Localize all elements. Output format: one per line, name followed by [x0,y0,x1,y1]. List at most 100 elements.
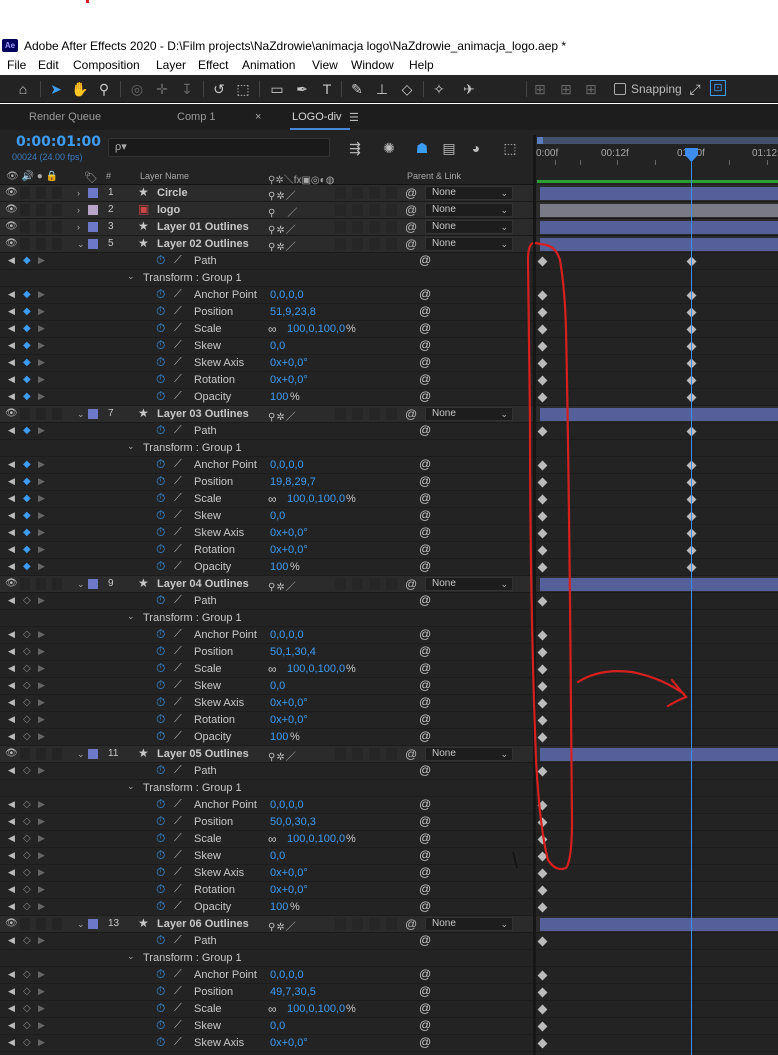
next-keyframe-icon[interactable]: ▶ [38,459,45,470]
timeline-track[interactable] [536,576,778,593]
layer-switches-icons[interactable]: ⚲✲／ [268,578,297,593]
expression-pick-whip-icon[interactable]: @ [419,933,431,947]
expression-pick-whip-icon[interactable]: @ [419,304,431,318]
property-value[interactable]: 0x+0,0° [270,374,308,386]
graph-icon[interactable]: ⟋ [174,390,182,403]
prev-keyframe-icon[interactable]: ◀ [8,833,15,844]
brush-tool-icon[interactable]: ✎ [348,80,366,98]
property-value[interactable]: 50,0,30,3 [270,816,316,828]
prev-keyframe-icon[interactable]: ◀ [8,1020,15,1031]
next-keyframe-icon[interactable]: ▶ [38,357,45,368]
stopwatch-icon[interactable]: ⏱ [156,899,165,914]
expression-pick-whip-icon[interactable]: @ [419,491,431,505]
property-row[interactable]: ◀ ◆ ▶ ⏱ ⟋ Skew Axis 0x+0,0° @ [0,355,535,372]
transform-group-row[interactable]: ⌄ Transform : Group 1 [0,950,535,967]
parent-dropdown[interactable]: None ⌄ [425,917,513,931]
property-value[interactable]: 0x+0,0° [270,697,308,709]
prev-keyframe-icon[interactable]: ◀ [8,799,15,810]
timeline-track[interactable] [536,236,778,253]
switch-slot[interactable] [369,204,380,216]
timeline-track[interactable] [536,389,778,406]
timeline-track[interactable] [536,1018,778,1035]
keyframe[interactable] [537,868,548,879]
switch-slot[interactable] [335,748,346,760]
layer-duration-bar[interactable] [540,187,778,200]
property-row[interactable]: ◀ ◇ ▶ ⏱ ⟋ Opacity 100% @ [0,899,535,916]
timeline-track[interactable] [536,661,778,678]
keyframe[interactable] [537,256,548,267]
timeline-track[interactable] [536,814,778,831]
expression-pick-whip-icon[interactable]: @ [419,593,431,607]
property-value[interactable]: 0x+0,0° [270,714,308,726]
property-row[interactable]: ◀ ◆ ▶ ⏱ ⟋ Scale ∞ 100,0,100,0% @ [0,491,535,508]
timeline-track[interactable] [536,185,778,202]
switch-slot[interactable] [20,221,30,233]
menu-effect[interactable]: Effect [198,58,228,72]
keyframe[interactable] [537,426,548,437]
stopwatch-icon[interactable]: ⏱ [156,848,165,863]
stopwatch-icon[interactable]: ⏱ [156,814,165,829]
switch-slot[interactable] [369,408,380,420]
switch-slot[interactable] [352,578,363,590]
keyframe-toggle-icon[interactable]: ◆ [23,561,31,572]
property-value[interactable]: 100,0,100,0 [287,833,345,845]
property-value[interactable]: 0,0,0,0 [270,799,304,811]
stopwatch-icon[interactable]: ⏱ [156,355,165,370]
expression-pick-whip-icon[interactable]: @ [419,423,431,437]
layer-label-swatch[interactable] [88,749,98,759]
timeline-track[interactable] [536,423,778,440]
property-row[interactable]: ◀ ◆ ▶ ⏱ ⟋ Position 51,9,23,8 @ [0,304,535,321]
prev-keyframe-icon[interactable]: ◀ [8,374,15,385]
next-keyframe-icon[interactable]: ▶ [38,544,45,555]
pick-whip-icon[interactable]: @ [405,407,417,421]
constrain-proportions-icon[interactable]: ∞ [268,1002,277,1016]
keyframe[interactable] [537,732,548,743]
property-row[interactable]: ◀ ◇ ▶ ⏱ ⟋ Skew 0,0 @ [0,848,535,865]
next-keyframe-icon[interactable]: ▶ [38,799,45,810]
switch-slot[interactable] [36,187,46,199]
visibility-eye-icon[interactable]: 👁 [5,238,18,249]
timeline-track[interactable]: I [536,610,778,627]
property-value[interactable]: 0,0 [270,340,285,352]
timeline-track[interactable] [536,321,778,338]
timeline-track[interactable] [536,899,778,916]
hide-shy-layers-icon[interactable]: ☗ [413,139,431,157]
keyframe-toggle-icon[interactable]: ◇ [23,714,31,725]
visibility-eye-icon[interactable]: 👁 [5,918,18,929]
work-area-start-handle[interactable] [537,137,543,144]
stopwatch-icon[interactable]: ⏱ [156,491,165,506]
timeline-track[interactable] [536,372,778,389]
stopwatch-icon[interactable]: ⏱ [156,474,165,489]
next-keyframe-icon[interactable]: ▶ [38,765,45,776]
switch-slot[interactable] [352,204,363,216]
property-row[interactable]: ◀ ◇ ▶ ⏱ ⟋ Path @ [0,933,535,950]
keyframe[interactable] [537,528,548,539]
next-keyframe-icon[interactable]: ▶ [38,340,45,351]
next-keyframe-icon[interactable]: ▶ [38,323,45,334]
next-keyframe-icon[interactable]: ▶ [38,561,45,572]
timeline-track[interactable] [536,202,778,219]
property-row[interactable]: ◀ ◇ ▶ ⏱ ⟋ Anchor Point 0,0,0,0 @ [0,627,535,644]
layer-duration-bar[interactable] [540,918,778,931]
keyframe[interactable] [537,851,548,862]
timeline-track[interactable] [536,287,778,304]
home-icon[interactable]: ⌂ [14,80,32,98]
next-keyframe-icon[interactable]: ▶ [38,527,45,538]
property-value[interactable]: 0x+0,0° [270,867,308,879]
property-row[interactable]: ◀ ◆ ▶ ⏱ ⟋ Path @ [0,423,535,440]
property-row[interactable]: ◀ ◇ ▶ ⏱ ⟋ Skew Axis 0x+0,0° @ [0,1035,535,1052]
switch-slot[interactable] [352,748,363,760]
switch-slot[interactable] [36,578,46,590]
graph-icon[interactable]: ⟋ [174,985,182,998]
stopwatch-icon[interactable]: ⏱ [156,253,165,268]
graph-icon[interactable]: ⟋ [174,305,182,318]
layer-switches-icons[interactable]: ⚲✲／ [268,748,297,763]
keyframe[interactable] [537,698,548,709]
expression-pick-whip-icon[interactable]: @ [419,559,431,573]
visibility-eye-icon[interactable]: 👁 [5,748,18,759]
layer-name[interactable]: Layer 06 Outlines [157,918,249,930]
expression-pick-whip-icon[interactable]: @ [419,287,431,301]
keyframe-toggle-icon[interactable]: ◆ [23,357,31,368]
property-row[interactable]: ◀ ◇ ▶ ⏱ ⟋ Anchor Point 0,0,0,0 @ [0,967,535,984]
visibility-eye-icon[interactable]: 👁 [5,187,18,198]
